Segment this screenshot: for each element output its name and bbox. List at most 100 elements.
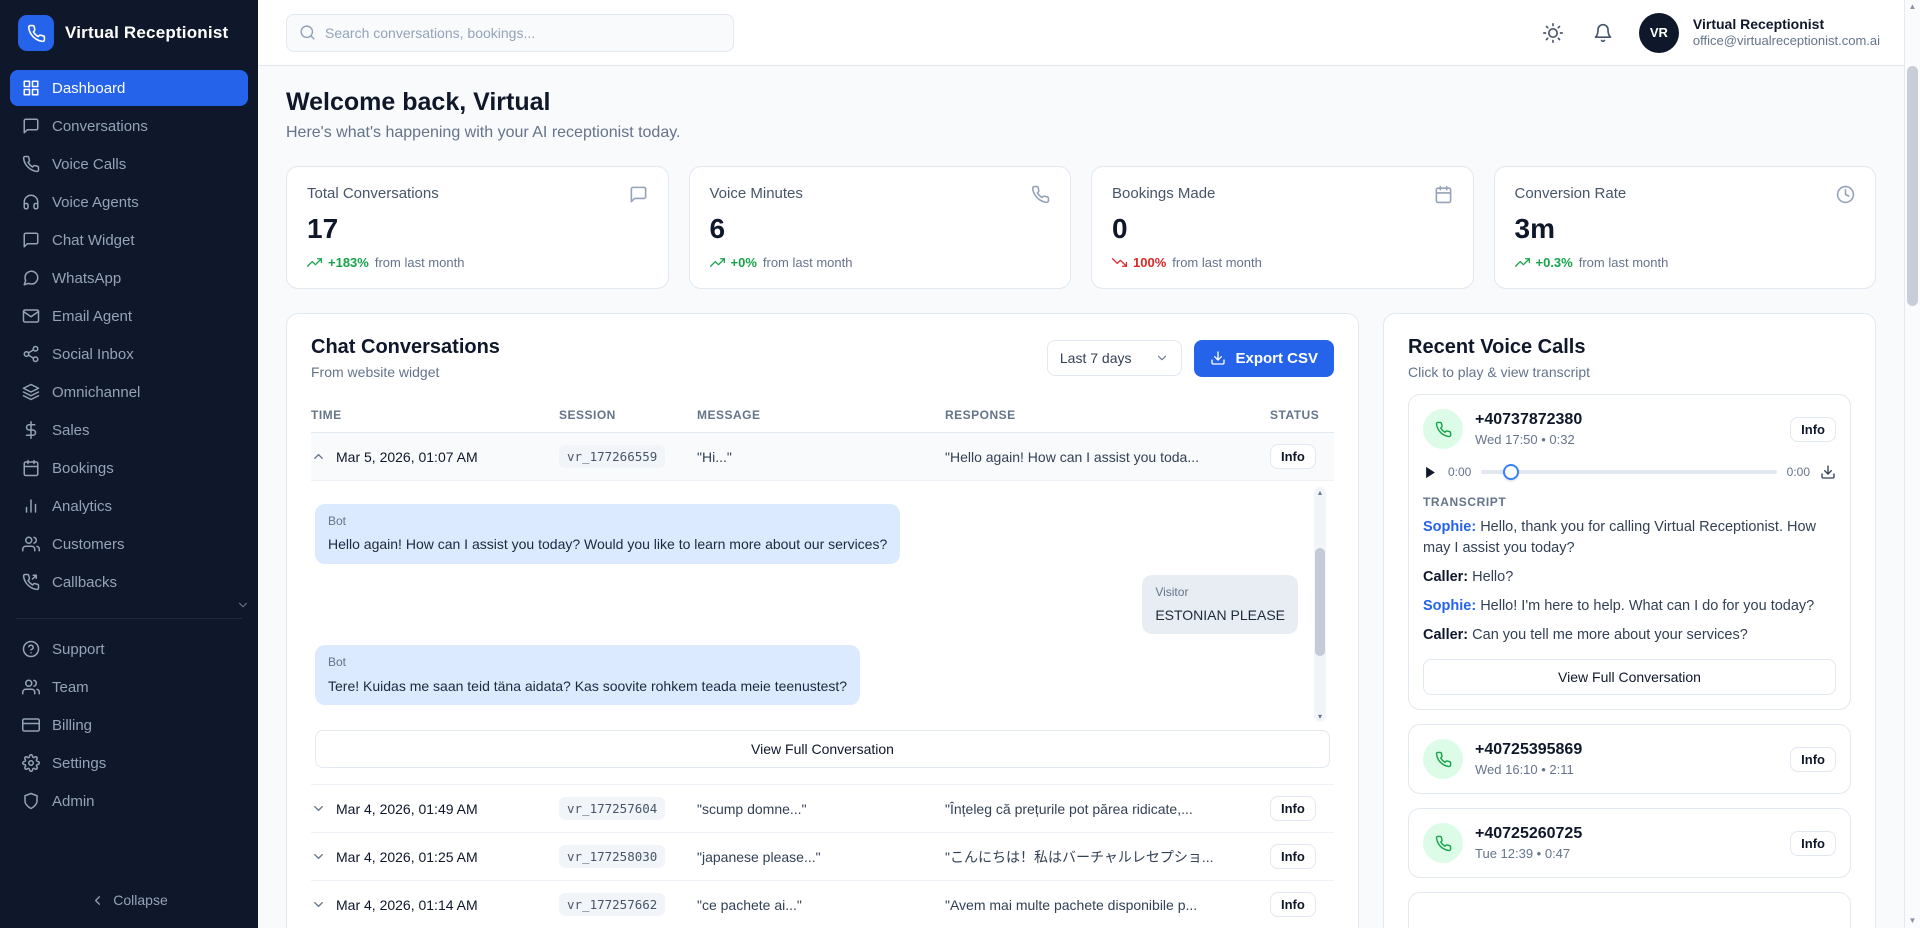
users-icon (22, 678, 40, 696)
sidebar-item-label: Customers (52, 536, 125, 553)
delta-note: from last month (1579, 255, 1669, 270)
gear-icon (22, 754, 40, 772)
sidebar: Virtual Receptionist Dashboard Conversat… (0, 0, 258, 928)
sidebar-item-team[interactable]: Team (10, 669, 248, 705)
voice-call-card[interactable]: +40737872380 Wed 17:50 • 0:32 Info 0:00 … (1408, 394, 1851, 710)
theme-toggle-button[interactable] (1535, 15, 1571, 51)
view-full-conversation-button[interactable]: View Full Conversation (1423, 659, 1836, 695)
sidebar-item-label: WhatsApp (52, 270, 121, 287)
message-sender: Visitor (1155, 584, 1285, 601)
sidebar-item-social-inbox[interactable]: Social Inbox (10, 336, 248, 372)
sidebar-item-whatsapp[interactable]: WhatsApp (10, 260, 248, 296)
sun-icon (1543, 23, 1563, 43)
sidebar-item-voice-agents[interactable]: Voice Agents (10, 184, 248, 220)
credit-card-icon (22, 716, 40, 734)
player-seek-thumb[interactable] (1503, 464, 1519, 480)
delta-value: +0% (731, 255, 757, 270)
sidebar-item-voice-calls[interactable]: Voice Calls (10, 146, 248, 182)
table-row[interactable]: Mar 4, 2026, 01:25 AM vr_177258030 "japa… (311, 833, 1334, 881)
sidebar-item-bookings[interactable]: Bookings (10, 450, 248, 486)
sidebar-item-support[interactable]: Support (10, 631, 248, 667)
voice-call-card[interactable]: +40725260725 Tue 12:39 • 0:47 Info (1408, 808, 1851, 878)
delta-value: +183% (328, 255, 369, 270)
transcript-text: Hello, thank you for calling Virtual Rec… (1423, 519, 1816, 556)
sidebar-item-admin[interactable]: Admin (10, 783, 248, 819)
stat-label: Conversion Rate (1515, 185, 1627, 202)
column-session: SESSION (559, 408, 697, 422)
sidebar-scroll-indicator[interactable] (0, 598, 258, 612)
voice-call-card-partial[interactable] (1408, 892, 1851, 928)
call-number: +40737872380 (1475, 411, 1582, 429)
chat-scrollbar[interactable]: ▴▾ (1314, 487, 1326, 722)
sidebar-item-callbacks[interactable]: Callbacks (10, 564, 248, 600)
phone-callback-icon (22, 573, 40, 591)
share-icon (22, 345, 40, 363)
scroll-up-arrow[interactable]: ▲ (1909, 3, 1917, 11)
sidebar-item-email-agent[interactable]: Email Agent (10, 298, 248, 334)
stat-delta: +0.3%from last month (1515, 255, 1856, 270)
transcript-label: TRANSCRIPT (1423, 495, 1836, 509)
page-scrollbar[interactable]: ▲ ▼ (1904, 0, 1920, 928)
stat-delta: 100%from last month (1112, 255, 1453, 270)
view-full-conversation-link[interactable]: View Full Conversation (315, 730, 1330, 768)
status-badge: Info (1270, 796, 1316, 821)
transcript-text: Can you tell me more about your services… (1472, 627, 1748, 643)
sidebar-item-dashboard[interactable]: Dashboard (10, 70, 248, 106)
bot-message: BotHello again! How can I assist you tod… (315, 504, 900, 564)
stat-value: 3m (1515, 213, 1856, 245)
sidebar-item-label: Support (52, 641, 105, 658)
stat-delta: +0%from last month (710, 255, 1051, 270)
panel-title: Chat Conversations (311, 336, 500, 359)
stat-value: 6 (710, 213, 1051, 245)
avatar[interactable]: VR (1639, 13, 1679, 53)
download-icon (1210, 350, 1226, 366)
search-input[interactable] (325, 25, 721, 41)
column-status: STATUS (1270, 408, 1334, 422)
sidebar-item-sales[interactable]: Sales (10, 412, 248, 448)
date-range-select[interactable]: Last 7 days (1047, 340, 1183, 376)
sidebar-item-analytics[interactable]: Analytics (10, 488, 248, 524)
status-badge: Info (1270, 844, 1316, 869)
panel-title: Recent Voice Calls (1408, 336, 1851, 359)
page-title: Welcome back, Virtual (286, 88, 1876, 117)
bot-message: BotTere! Kuidas me saan teid täna aidata… (315, 645, 860, 705)
sidebar-item-chat-widget[interactable]: Chat Widget (10, 222, 248, 258)
users-icon (22, 535, 40, 553)
table-row[interactable]: Mar 4, 2026, 01:49 AM vr_177257604 "scum… (311, 785, 1334, 833)
app-name: Virtual Receptionist (65, 23, 228, 43)
chat-messages: BotHello again! How can I assist you tod… (313, 487, 1332, 722)
scroll-up-arrow[interactable]: ▴ (1318, 488, 1322, 497)
scroll-down-arrow[interactable]: ▾ (1318, 712, 1322, 721)
download-recording-button[interactable] (1820, 464, 1836, 480)
speaker-name: Caller: (1423, 627, 1468, 643)
mail-icon (22, 307, 40, 325)
date-range-value: Last 7 days (1060, 350, 1132, 366)
sidebar-item-billing[interactable]: Billing (10, 707, 248, 743)
table-row[interactable]: Mar 5, 2026, 01:07 AM vr_177266559 "Hi..… (311, 433, 1334, 481)
player-seek-track[interactable] (1481, 470, 1776, 474)
call-status-badge: Info (1790, 417, 1836, 442)
chevron-down-icon (1155, 351, 1169, 365)
notifications-button[interactable] (1585, 15, 1621, 51)
sidebar-item-settings[interactable]: Settings (10, 745, 248, 781)
trend-up-icon (1515, 255, 1530, 270)
sidebar-item-conversations[interactable]: Conversations (10, 108, 248, 144)
table-row[interactable]: Mar 4, 2026, 01:14 AM vr_177257662 "ce p… (311, 881, 1334, 928)
sidebar-item-label: Social Inbox (52, 346, 134, 363)
export-csv-label: Export CSV (1235, 350, 1318, 367)
play-button[interactable] (1423, 465, 1438, 480)
scrollbar-thumb[interactable] (1315, 548, 1325, 656)
voice-call-card[interactable]: +40725395869 Wed 16:10 • 2:11 Info (1408, 724, 1851, 794)
column-response: RESPONSE (945, 408, 1270, 422)
scroll-down-arrow[interactable]: ▼ (1909, 917, 1917, 925)
scrollbar-thumb[interactable] (1907, 66, 1918, 306)
row-time: Mar 4, 2026, 01:14 AM (336, 897, 478, 913)
calendar-icon (22, 459, 40, 477)
collapse-button[interactable]: Collapse (0, 878, 258, 928)
sidebar-item-customers[interactable]: Customers (10, 526, 248, 562)
message-text: Hello again! How can I assist you today?… (328, 534, 887, 554)
account-info[interactable]: Virtual Receptionist office@virtualrecep… (1693, 15, 1880, 50)
sidebar-item-label: Bookings (52, 460, 114, 477)
export-csv-button[interactable]: Export CSV (1194, 340, 1334, 377)
sidebar-item-omnichannel[interactable]: Omnichannel (10, 374, 248, 410)
